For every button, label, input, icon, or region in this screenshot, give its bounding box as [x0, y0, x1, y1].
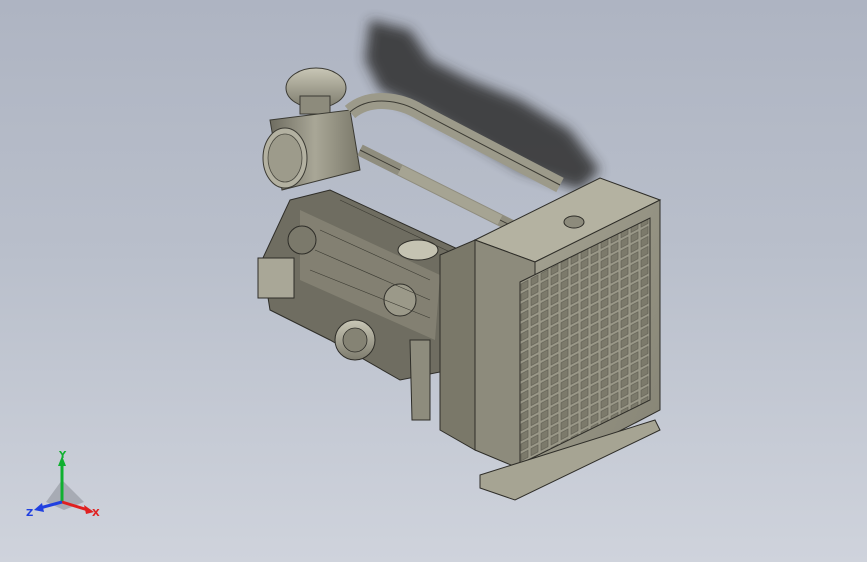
radiator [439, 177, 662, 501]
view-triad[interactable]: Y X Z [26, 450, 106, 522]
y-axis-label: Y [58, 450, 67, 461]
graphics-viewport[interactable]: Y X Z [0, 0, 867, 562]
air-cleaner [262, 67, 361, 191]
z-axis-label: Z [26, 508, 33, 519]
x-axis-label: X [92, 508, 100, 519]
3d-model-engine[interactable] [0, 0, 867, 562]
engine-block [257, 189, 461, 421]
